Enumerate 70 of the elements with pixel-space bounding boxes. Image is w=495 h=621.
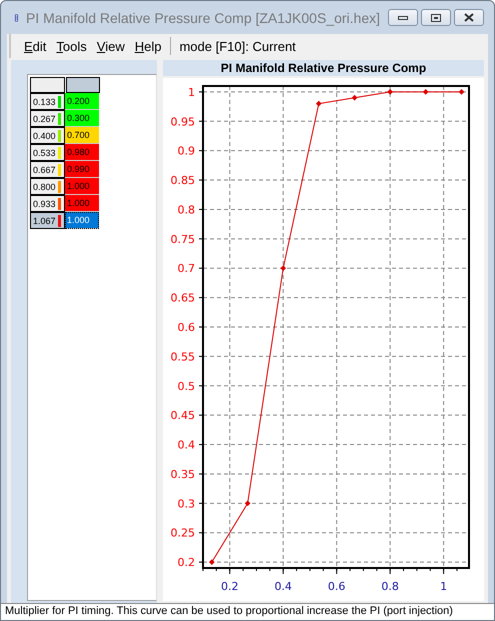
menu-item[interactable]: Tools — [51, 38, 92, 54]
y-tick-label: 1 — [188, 86, 195, 99]
y-tick-label: 0.3 — [178, 497, 195, 510]
table-cell[interactable]: 0.980 — [65, 144, 99, 161]
y-tick-label: 0.35 — [170, 468, 195, 481]
window-title: PI Manifold Relative Pressure Comp [ZA1JK00S_ori.hex] — [26, 10, 380, 26]
row-header[interactable]: 0.133 — [30, 93, 65, 110]
y-tick-label: 0.7 — [178, 262, 195, 276]
data-point — [209, 559, 215, 565]
y-tick-label: 0.2 — [178, 556, 195, 570]
y-tick-label: 0.95 — [170, 115, 195, 128]
x-tick-label: 1 — [440, 580, 448, 593]
x-tick-label: 0.6 — [328, 580, 346, 593]
close-icon — [464, 13, 474, 22]
y-tick-label: 0.6 — [178, 321, 195, 334]
row-header[interactable]: 0.933 — [30, 195, 65, 212]
column-header[interactable] — [66, 77, 100, 93]
y-tick-label: 0.45 — [170, 409, 195, 422]
data-point — [387, 89, 393, 95]
menu-item[interactable]: Help — [130, 38, 166, 54]
y-tick-label: 0.85 — [170, 174, 195, 188]
x-tick-label: 0.4 — [274, 580, 292, 593]
row-header[interactable]: 1.067 — [30, 212, 65, 229]
x-tick-label: 0.2 — [220, 580, 238, 593]
row-value: 0.267 — [33, 114, 56, 124]
table-cell[interactable]: 0.300 — [65, 110, 99, 127]
menu-item[interactable]: View — [92, 38, 130, 54]
close-button[interactable] — [454, 9, 484, 26]
table-cell[interactable]: 0.700 — [65, 127, 99, 144]
chart-title: PI Manifold Relative Pressure Comp — [163, 60, 484, 76]
minimize-button[interactable] — [388, 9, 418, 26]
row-value: 0.133 — [33, 96, 56, 106]
status-text: Multiplier for PI timing. This curve can be used to proportional increase the PI (port injection) — [1, 603, 494, 620]
y-tick-label: 0.4 — [178, 438, 195, 452]
y-tick-label: 0.8 — [178, 203, 195, 216]
y-tick-label: 0.65 — [170, 292, 195, 305]
minimize-icon — [398, 16, 408, 20]
row-header[interactable]: 0.267 — [30, 110, 65, 127]
table-cell[interactable]: 1.000 — [65, 195, 99, 212]
menu-item[interactable]: Edit — [19, 38, 52, 54]
mode-label: mode [F10]: Current — [179, 38, 296, 54]
table-cell[interactable]: 1.000 — [65, 212, 99, 229]
row-header[interactable]: 0.800 — [30, 178, 65, 195]
data-point — [422, 89, 429, 95]
row-header[interactable]: 0.400 — [30, 127, 65, 144]
row-value: 0.933 — [33, 198, 56, 208]
row-value: 1.067 — [33, 216, 56, 226]
data-point — [280, 265, 286, 272]
column-header[interactable] — [30, 77, 65, 93]
y-tick-label: 0.5 — [178, 380, 195, 393]
data-point — [244, 500, 250, 506]
row-value: 0.800 — [33, 182, 56, 192]
y-tick-label: 0.9 — [178, 144, 195, 158]
x-tick-label: 0.8 — [381, 580, 399, 593]
restore-icon — [431, 14, 441, 22]
maximize-button[interactable] — [421, 9, 451, 26]
row-value: 0.400 — [33, 130, 56, 140]
row-header[interactable]: 0.533 — [30, 144, 65, 161]
table-cell[interactable]: 0.990 — [65, 161, 99, 178]
table-cell[interactable]: 1.000 — [65, 178, 99, 195]
data-point — [316, 100, 322, 106]
data-point — [458, 89, 464, 95]
y-tick-label: 0.75 — [170, 232, 195, 246]
row-value: 0.533 — [33, 148, 56, 158]
row-value: 0.667 — [33, 164, 56, 174]
table-cell[interactable]: 0.200 — [65, 93, 99, 110]
data-point — [352, 94, 358, 101]
y-tick-label: 0.55 — [170, 350, 195, 364]
row-header[interactable]: 0.667 — [30, 161, 65, 178]
y-tick-label: 0.25 — [170, 526, 195, 540]
